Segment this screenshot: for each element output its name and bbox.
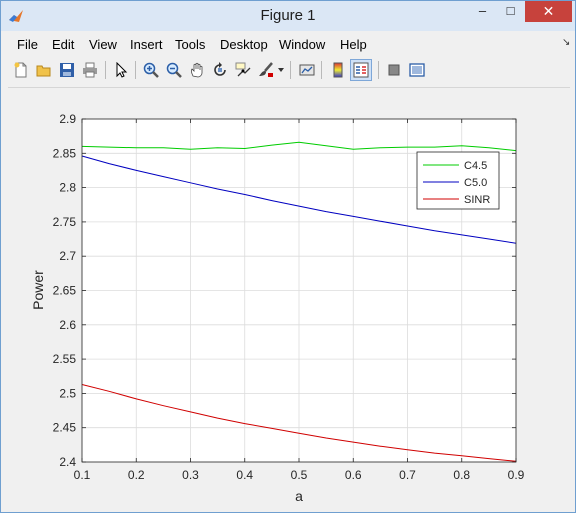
toolbar-separator bbox=[321, 61, 322, 79]
figure-toolbar bbox=[8, 57, 569, 85]
data-cursor-icon[interactable] bbox=[232, 59, 254, 81]
y-tick-label: 2.6 bbox=[59, 318, 76, 332]
y-tick-label: 2.85 bbox=[53, 146, 77, 160]
y-tick-label: 2.45 bbox=[53, 421, 77, 435]
legend-icon[interactable] bbox=[350, 59, 372, 81]
print-icon[interactable] bbox=[79, 59, 101, 81]
toolbar-separator bbox=[135, 61, 136, 79]
dock-arrow-icon[interactable]: ↘ bbox=[562, 37, 570, 48]
x-tick-label: 0.1 bbox=[74, 468, 91, 482]
menu-help[interactable]: Help bbox=[340, 37, 367, 52]
y-tick-label: 2.65 bbox=[53, 284, 77, 298]
zoom-out-icon[interactable] bbox=[163, 59, 185, 81]
link-icon[interactable] bbox=[296, 59, 318, 81]
hide-plot-tools-icon[interactable] bbox=[383, 59, 405, 81]
legend-label-sinr: SINR bbox=[464, 194, 490, 206]
y-tick-label: 2.7 bbox=[59, 249, 76, 263]
x-tick-label: 0.9 bbox=[508, 468, 525, 482]
zoom-in-icon[interactable] bbox=[140, 59, 162, 81]
x-tick-label: 0.4 bbox=[236, 468, 253, 482]
brush-dropdown-icon[interactable] bbox=[276, 59, 286, 81]
y-tick-label: 2.4 bbox=[59, 455, 76, 469]
new-figure-icon[interactable] bbox=[10, 59, 32, 81]
pointer-icon[interactable] bbox=[110, 59, 132, 81]
x-axis-label: a bbox=[295, 488, 303, 504]
menu-window[interactable]: Window bbox=[279, 37, 325, 52]
y-tick-label: 2.5 bbox=[59, 386, 76, 400]
x-tick-label: 0.8 bbox=[453, 468, 470, 482]
pan-icon[interactable] bbox=[186, 59, 208, 81]
x-tick-label: 0.7 bbox=[399, 468, 416, 482]
figure-window: Figure 1 – □ ✕ File Edit View Insert Too… bbox=[0, 0, 576, 513]
legend[interactable]: C4.5 C5.0 SINR bbox=[416, 151, 500, 210]
brush-icon[interactable] bbox=[255, 59, 277, 81]
toolbar-separator bbox=[105, 61, 106, 79]
y-tick-label: 2.8 bbox=[59, 181, 76, 195]
menu-edit[interactable]: Edit bbox=[52, 37, 74, 52]
title-bar[interactable]: Figure 1 – □ ✕ bbox=[1, 1, 575, 31]
menu-file[interactable]: File bbox=[17, 37, 38, 52]
close-button[interactable]: ✕ bbox=[525, 1, 572, 22]
line-chart[interactable]: 0.1 0.2 0.3 0.4 0.5 0.6 0.7 0.8 0.9 2.4 2.45 2.5 2.5… bbox=[8, 88, 570, 506]
toolbar-separator bbox=[378, 61, 379, 79]
maximize-button[interactable]: □ bbox=[497, 1, 524, 22]
save-icon[interactable] bbox=[56, 59, 78, 81]
x-tick-label: 0.6 bbox=[345, 468, 362, 482]
menu-desktop[interactable]: Desktop bbox=[220, 37, 268, 52]
figure-canvas[interactable]: 0.1 0.2 0.3 0.4 0.5 0.6 0.7 0.8 0.9 2.4 2.45 2.5 2.5… bbox=[8, 87, 570, 506]
x-tick-label: 0.2 bbox=[128, 468, 145, 482]
x-tick-label: 0.5 bbox=[291, 468, 308, 482]
legend-label-c5-0: C5.0 bbox=[464, 177, 487, 189]
open-icon[interactable] bbox=[33, 59, 55, 81]
menu-bar: File Edit View Insert Tools Desktop Wind… bbox=[8, 33, 570, 55]
legend-label-c4-5: C4.5 bbox=[464, 160, 487, 172]
show-plot-tools-icon[interactable] bbox=[406, 59, 428, 81]
toolbar-separator bbox=[290, 61, 291, 79]
menu-view[interactable]: View bbox=[89, 37, 117, 52]
rotate-icon[interactable] bbox=[209, 59, 231, 81]
minimize-button[interactable]: – bbox=[469, 1, 496, 22]
y-tick-label: 2.9 bbox=[59, 112, 76, 126]
colorbar-icon[interactable] bbox=[327, 59, 349, 81]
menu-insert[interactable]: Insert bbox=[130, 37, 163, 52]
y-axis-label: Power bbox=[30, 270, 46, 310]
y-tick-label: 2.55 bbox=[53, 352, 77, 366]
y-tick-label: 2.75 bbox=[53, 215, 77, 229]
menu-tools[interactable]: Tools bbox=[175, 37, 205, 52]
x-tick-label: 0.3 bbox=[182, 468, 199, 482]
